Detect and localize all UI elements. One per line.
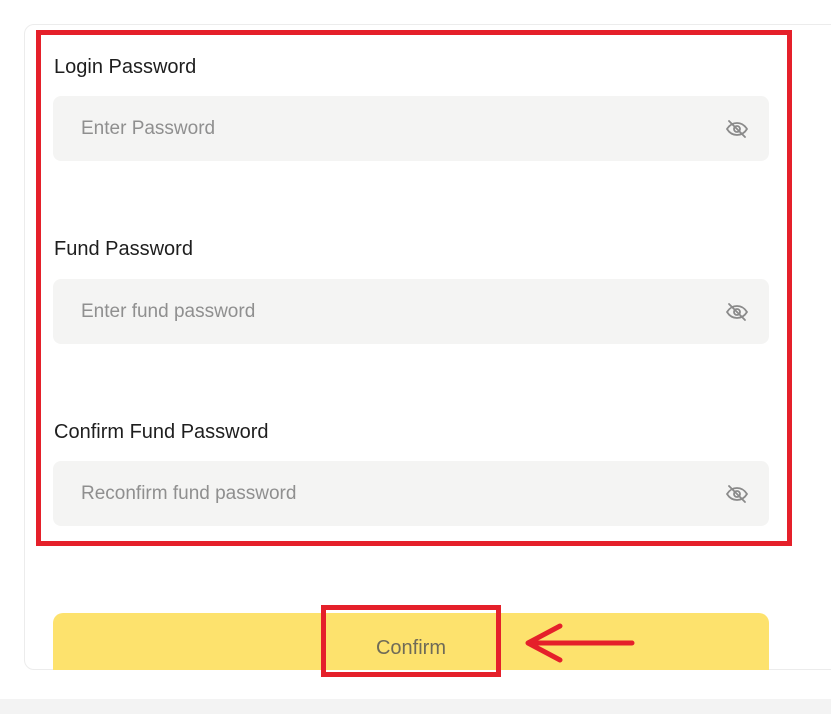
fund-password-input[interactable] (53, 279, 713, 344)
fund-password-field-container (53, 279, 769, 344)
confirm-fund-password-input[interactable] (53, 461, 713, 526)
confirm-fund-password-field-container (53, 461, 769, 526)
bottom-band (0, 699, 831, 714)
eye-off-icon[interactable] (725, 117, 749, 141)
login-password-field-container (53, 96, 769, 161)
fund-password-label: Fund Password (54, 238, 193, 260)
eye-off-icon[interactable] (725, 300, 749, 324)
confirm-button-label: Confirm (375, 637, 446, 659)
eye-off-icon[interactable] (725, 482, 749, 506)
login-password-label: Login Password (54, 56, 197, 78)
confirm-button[interactable]: Confirm (53, 613, 769, 670)
login-password-input[interactable] (53, 96, 713, 161)
page: Login Password Fund Password Confirm Fun… (0, 0, 831, 714)
confirm-fund-password-label: Confirm Fund Password (54, 421, 269, 443)
